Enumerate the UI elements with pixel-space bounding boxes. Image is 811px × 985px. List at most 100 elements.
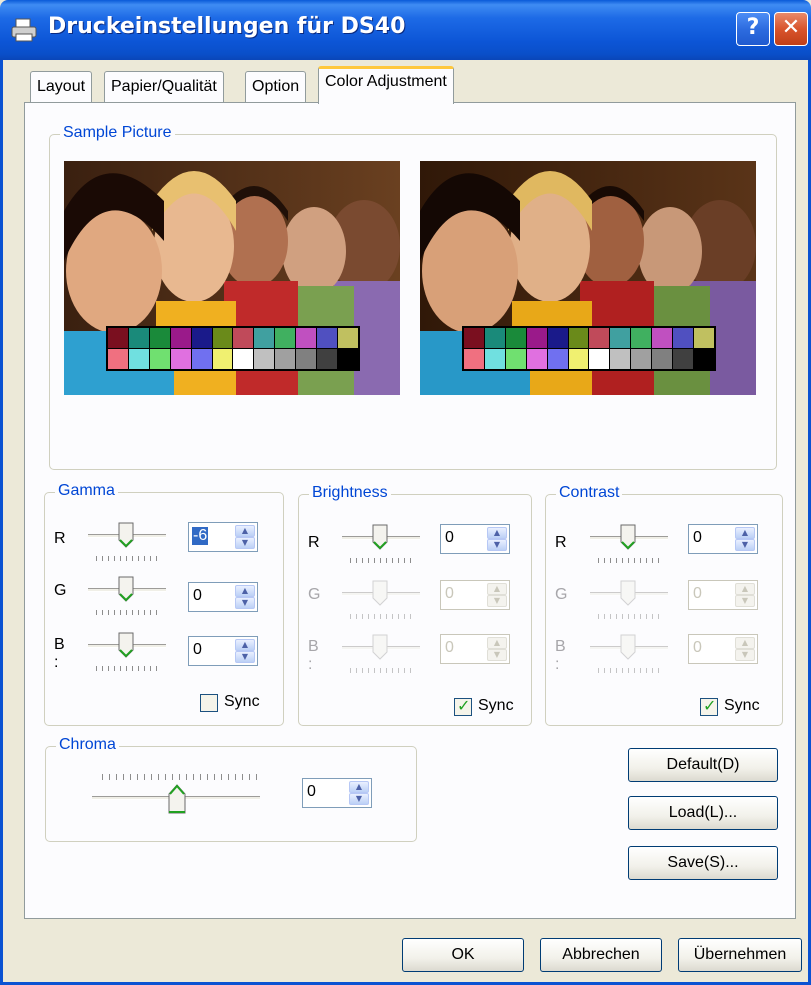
chroma-slider[interactable]	[92, 784, 260, 814]
spin-down-icon[interactable]: ▼	[235, 537, 255, 549]
tab-layout[interactable]: Layout	[30, 71, 93, 103]
gamma-r-value[interactable]: -6	[192, 527, 209, 545]
swatch	[296, 349, 317, 369]
slider-thumb-icon[interactable]	[118, 576, 134, 602]
spin-up-icon[interactable]: ▲	[235, 525, 255, 537]
title-bar[interactable]: Druckeinstellungen für DS40 ? ✕	[0, 0, 811, 60]
gamma-g-spinner[interactable]: 0 ▲ ▼	[188, 582, 258, 612]
swatch	[505, 349, 526, 369]
swatch	[673, 349, 694, 369]
swatch	[464, 328, 484, 348]
swatch	[568, 328, 589, 348]
gamma-r-slider[interactable]	[88, 522, 166, 561]
swatch	[589, 349, 610, 369]
swatch	[254, 349, 275, 369]
brightness-r-value[interactable]: 0	[445, 529, 454, 547]
spin-down-icon[interactable]: ▼	[735, 539, 755, 551]
contrast-r-slider[interactable]	[590, 524, 668, 563]
swatch	[108, 328, 128, 348]
contrast-b-spinner: 0 ▲ ▼	[688, 634, 758, 664]
gamma-g-slider[interactable]	[88, 576, 166, 615]
gamma-r-spinner[interactable]: -6 ▲ ▼	[188, 522, 258, 552]
brightness-sync-checkbox[interactable]: ✓	[454, 696, 472, 716]
brightness-sync-label[interactable]: Sync	[478, 697, 514, 715]
brightness-r-label: R	[308, 534, 320, 551]
brightness-g-spinner: 0 ▲ ▼	[440, 580, 510, 610]
brightness-r-slider[interactable]	[342, 524, 420, 563]
brightness-g-value: 0	[445, 585, 454, 602]
gamma-b-value[interactable]: 0	[193, 641, 202, 659]
swatch	[296, 328, 317, 348]
close-button[interactable]: ✕	[774, 12, 808, 46]
gamma-b-spinner[interactable]: 0 ▲ ▼	[188, 636, 258, 666]
gamma-g-value[interactable]: 0	[193, 587, 202, 605]
spin-up-icon[interactable]: ▲	[735, 527, 755, 539]
swatch	[170, 328, 191, 348]
contrast-g-value: 0	[693, 585, 702, 602]
swatch	[547, 349, 568, 369]
contrast-label: Contrast	[556, 484, 623, 502]
chroma-ticks	[102, 774, 262, 780]
load-button[interactable]: Load(L)...	[628, 796, 778, 830]
spin-up-icon[interactable]: ▲	[235, 639, 255, 651]
save-button[interactable]: Save(S)...	[628, 846, 778, 880]
tab-option[interactable]: Option	[245, 71, 307, 103]
swatch	[212, 349, 233, 369]
gamma-b-slider[interactable]	[88, 632, 166, 671]
gamma-label: Gamma	[55, 482, 118, 500]
apply-button[interactable]: Übernehmen	[678, 938, 802, 972]
swatch	[694, 328, 714, 348]
spin-down-icon[interactable]: ▼	[487, 539, 507, 551]
swatch	[484, 328, 505, 348]
brightness-b-value: 0	[445, 639, 454, 656]
brightness-label: Brightness	[309, 484, 391, 502]
gamma-b-label: B :	[54, 636, 65, 671]
slider-thumb-icon[interactable]	[168, 784, 186, 814]
help-button[interactable]: ?	[736, 12, 770, 46]
contrast-sync-checkbox[interactable]: ✓	[700, 696, 718, 716]
contrast-b-value: 0	[693, 639, 702, 656]
swatch	[694, 349, 714, 369]
slider-thumb-icon[interactable]	[620, 524, 636, 550]
printer-icon	[11, 18, 37, 42]
gamma-sync-label[interactable]: Sync	[224, 693, 260, 711]
swatch	[505, 328, 526, 348]
swatch	[317, 349, 338, 369]
brightness-g-label: G	[308, 586, 321, 603]
spin-down-icon: ▼	[735, 649, 755, 661]
chroma-value[interactable]: 0	[307, 783, 316, 801]
color-swatch-grid-original	[108, 328, 358, 369]
spin-up-icon: ▲	[487, 637, 507, 649]
brightness-r-spinner[interactable]: 0 ▲ ▼	[440, 524, 510, 554]
spin-down-icon[interactable]: ▼	[235, 651, 255, 663]
ok-button[interactable]: OK	[402, 938, 524, 972]
slider-thumb-icon	[620, 580, 636, 606]
swatch	[275, 328, 296, 348]
spin-up-icon[interactable]: ▲	[487, 527, 507, 539]
swatch	[610, 328, 631, 348]
swatch	[128, 328, 149, 348]
tab-color-adjustment[interactable]: Color Adjustment	[318, 66, 454, 104]
slider-thumb-icon[interactable]	[118, 522, 134, 548]
swatch	[149, 349, 170, 369]
swatch	[233, 349, 254, 369]
spin-down-icon[interactable]: ▼	[235, 597, 255, 609]
swatch	[484, 349, 505, 369]
cancel-button[interactable]: Abbrechen	[540, 938, 662, 972]
gamma-r-label: R	[54, 530, 66, 547]
spin-up-icon[interactable]: ▲	[235, 585, 255, 597]
chroma-spinner[interactable]: 0 ▲ ▼	[302, 778, 372, 808]
brightness-b-spinner: 0 ▲ ▼	[440, 634, 510, 664]
gamma-sync-checkbox[interactable]	[200, 694, 218, 712]
spin-down-icon[interactable]: ▼	[349, 793, 369, 805]
brightness-b-slider	[342, 634, 420, 673]
swatch	[568, 349, 589, 369]
contrast-sync-label[interactable]: Sync	[724, 697, 760, 715]
tab-papier-qualitaet[interactable]: Papier/Qualität	[104, 71, 224, 103]
slider-thumb-icon[interactable]	[372, 524, 388, 550]
contrast-r-spinner[interactable]: 0 ▲ ▼	[688, 524, 758, 554]
default-button[interactable]: Default(D)	[628, 748, 778, 782]
contrast-r-value[interactable]: 0	[693, 529, 702, 547]
slider-thumb-icon[interactable]	[118, 632, 134, 658]
spin-up-icon[interactable]: ▲	[349, 781, 369, 793]
